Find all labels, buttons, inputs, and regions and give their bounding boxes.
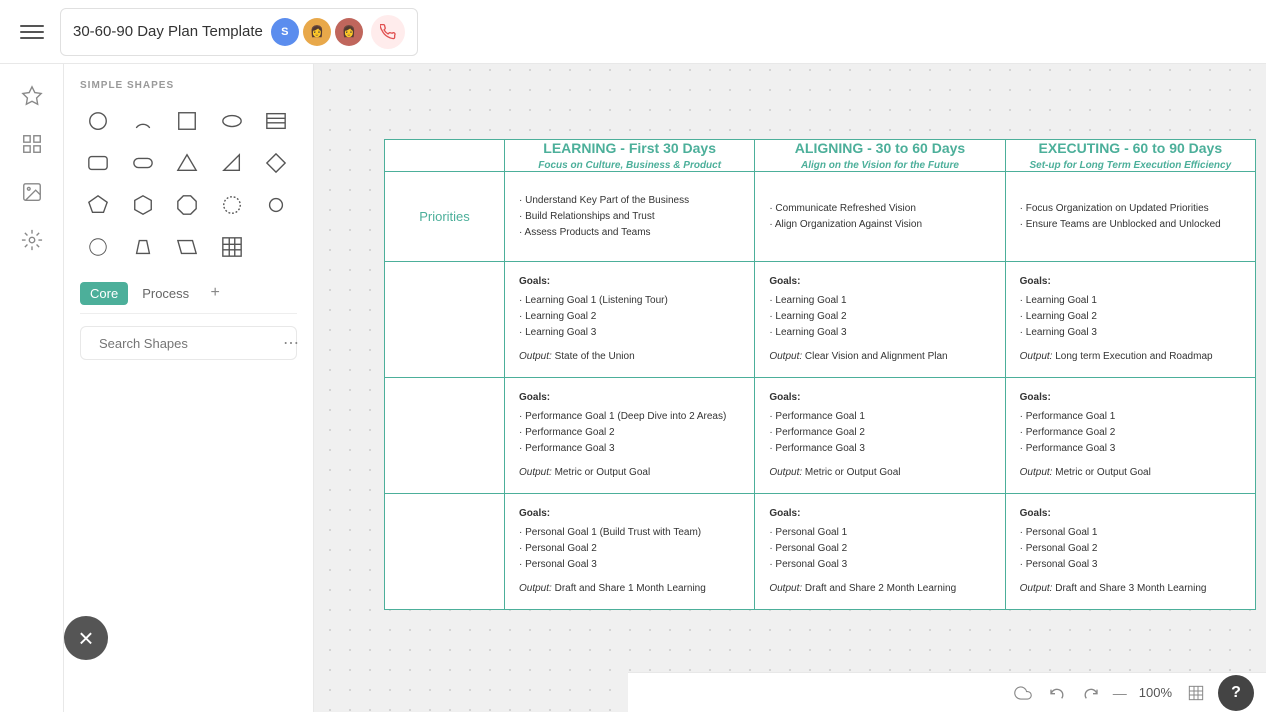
shape-circle-outline[interactable] [214, 187, 250, 223]
row-header-priorities: Priorities [385, 172, 505, 262]
shape-circle-lg[interactable] [80, 229, 116, 265]
table-row-personal: Goals: · Personal Goal 1 (Build Trust wi… [385, 494, 1256, 610]
shape-diamond[interactable] [258, 145, 294, 181]
shape-hexagon[interactable] [125, 187, 161, 223]
avatars-group: S 👩 👩 [271, 18, 363, 46]
goals-col0: Goals: · Learning Goal 1 (Listening Tour… [505, 262, 755, 378]
shapes-section-title: SIMPLE SHAPES [80, 80, 297, 91]
search-shapes-bar[interactable]: ⋯ [80, 326, 297, 360]
shape-ellipse[interactable] [214, 103, 250, 139]
document-title-bar[interactable]: 30-60-90 Day Plan Template S 👩 👩 [60, 8, 418, 56]
col-header-2: EXECUTING - 60 to 90 Days Set-up for Lon… [1005, 140, 1255, 172]
shape-parallelogram[interactable] [169, 229, 205, 265]
priorities-col2: · Focus Organization on Updated Prioriti… [1005, 172, 1255, 262]
sidebar-icon-image[interactable] [12, 172, 52, 212]
shape-circle-sm[interactable] [258, 187, 294, 223]
help-button[interactable]: ? [1218, 675, 1254, 711]
performance-col1: Goals: · Performance Goal 1· Performance… [755, 378, 1005, 494]
topbar: 30-60-90 Day Plan Template S 👩 👩 [0, 0, 1266, 64]
search-more-icon[interactable]: ⋯ [283, 333, 299, 353]
zoom-level: 100% [1139, 685, 1172, 700]
row-header-performance [385, 378, 505, 494]
tab-process[interactable]: Process [132, 282, 199, 305]
sidebar-icon-shape[interactable] [12, 220, 52, 260]
document-title: 30-60-90 Day Plan Template [73, 23, 263, 40]
col-header-0: LEARNING - First 30 Days Focus on Cultur… [505, 140, 755, 172]
table-row-performance: Goals: · Performance Goal 1 (Deep Dive i… [385, 378, 1256, 494]
shapes-grid [80, 103, 297, 265]
personal-col1: Goals: · Personal Goal 1· Personal Goal … [755, 494, 1005, 610]
undo-button[interactable] [1043, 679, 1071, 707]
performance-col0: Goals: · Performance Goal 1 (Deep Dive i… [505, 378, 755, 494]
table-row-priorities: Priorities · Understand Key Part of the … [385, 172, 1256, 262]
shape-octagon[interactable] [169, 187, 205, 223]
phone-button[interactable] [371, 15, 405, 49]
tab-core[interactable]: Core [80, 282, 128, 305]
sidebar-icon-grid[interactable] [12, 124, 52, 164]
hamburger-button[interactable] [16, 16, 48, 48]
shape-stadium[interactable] [125, 145, 161, 181]
shape-triangle[interactable] [169, 145, 205, 181]
shape-square[interactable] [169, 103, 205, 139]
performance-col2: Goals: · Performance Goal 1· Performance… [1005, 378, 1255, 494]
shape-right-triangle[interactable] [214, 145, 250, 181]
shape-rounded-rect[interactable] [80, 145, 116, 181]
fab-close-button[interactable]: × [64, 616, 108, 660]
avatar-r[interactable]: 👩 [335, 18, 363, 46]
table-row-goals: Goals: · Learning Goal 1 (Listening Tour… [385, 262, 1256, 378]
personal-col2: Goals: · Personal Goal 1· Personal Goal … [1005, 494, 1255, 610]
shape-lined-rect[interactable] [258, 103, 294, 139]
shape-trapezoid[interactable] [125, 229, 161, 265]
shape-arc[interactable] [125, 103, 161, 139]
personal-col0: Goals: · Personal Goal 1 (Build Trust wi… [505, 494, 755, 610]
left-sidebar [0, 64, 64, 712]
shapes-panel: SIMPLE SHAPES [64, 64, 314, 712]
cloud-icon[interactable] [1009, 679, 1037, 707]
col-header-1: ALIGNING - 30 to 60 Days Align on the Vi… [755, 140, 1005, 172]
plan-table: LEARNING - First 30 Days Focus on Cultur… [384, 139, 1256, 610]
bottom-bar: — 100% ? [628, 672, 1266, 712]
shape-circle[interactable] [80, 103, 116, 139]
priorities-col1: · Communicate Refreshed Vision· Align Or… [755, 172, 1005, 262]
grid-toggle[interactable] [1182, 679, 1210, 707]
goals-col2: Goals: · Learning Goal 1· Learning Goal … [1005, 262, 1255, 378]
row-header-personal [385, 494, 505, 610]
search-shapes-input[interactable] [99, 336, 275, 351]
bottom-controls: — 100% [1009, 679, 1210, 707]
sidebar-icon-star[interactable] [12, 76, 52, 116]
avatar-b[interactable]: 👩 [303, 18, 331, 46]
shape-pentagon[interactable] [80, 187, 116, 223]
avatar-s[interactable]: S [271, 18, 299, 46]
shape-grid[interactable] [214, 229, 250, 265]
canvas-area: LEARNING - First 30 Days Focus on Cultur… [314, 64, 1266, 712]
redo-button[interactable] [1077, 679, 1105, 707]
tab-add-button[interactable]: + [203, 281, 227, 305]
priorities-col0: · Understand Key Part of the Business· B… [505, 172, 755, 262]
shape-tabs: Core Process + [80, 281, 297, 314]
row-header-goals [385, 262, 505, 378]
goals-col1: Goals: · Learning Goal 1· Learning Goal … [755, 262, 1005, 378]
